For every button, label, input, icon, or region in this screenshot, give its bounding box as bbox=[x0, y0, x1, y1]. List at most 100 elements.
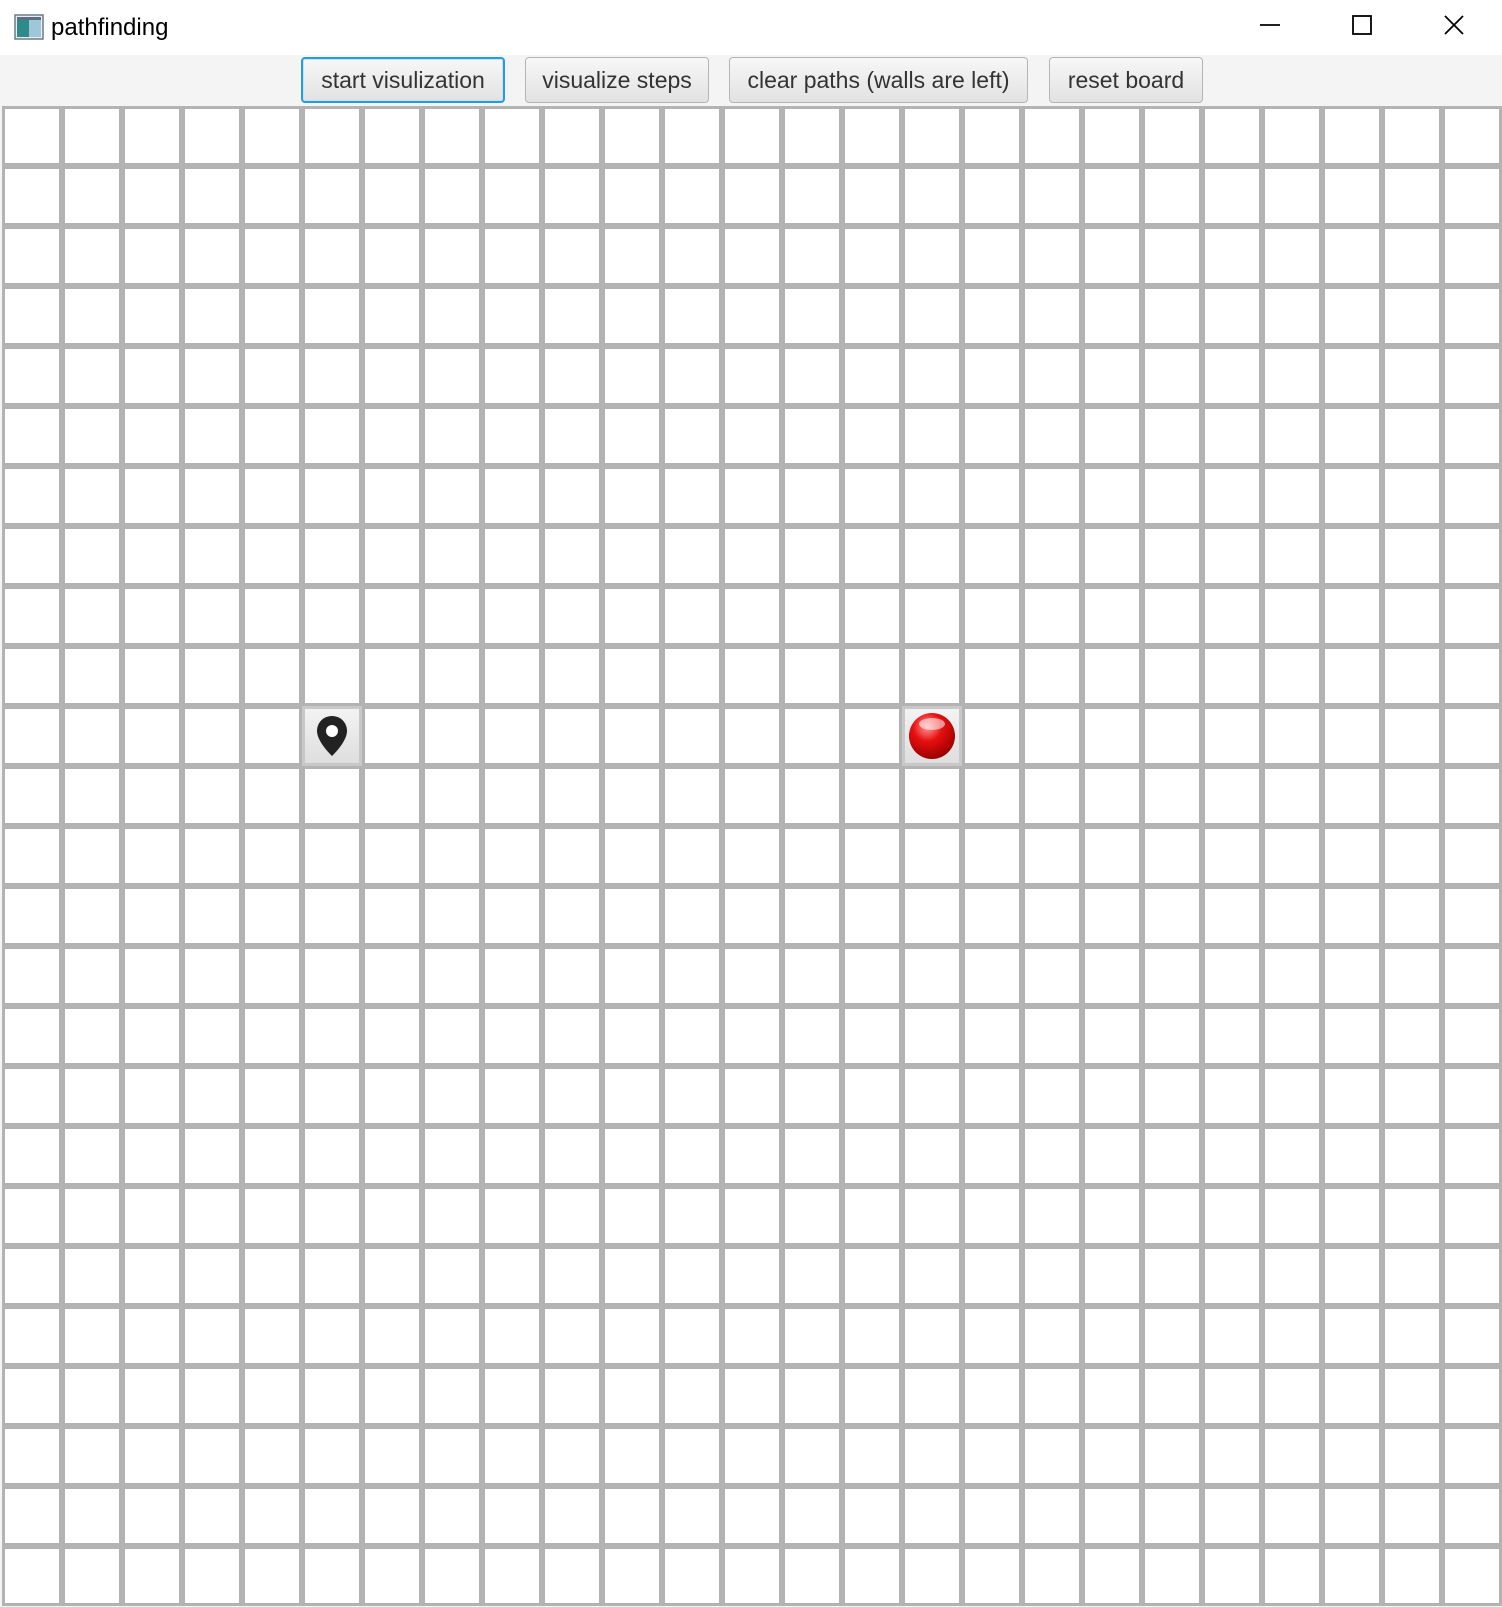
grid-cell[interactable] bbox=[842, 226, 902, 286]
grid-cell[interactable] bbox=[482, 1186, 542, 1246]
grid-cell[interactable] bbox=[1082, 1546, 1142, 1606]
grid-cell[interactable] bbox=[302, 1066, 362, 1126]
grid-cell[interactable] bbox=[542, 1066, 602, 1126]
grid-cell[interactable] bbox=[1082, 526, 1142, 586]
grid-cell[interactable] bbox=[242, 346, 302, 406]
minimize-button[interactable] bbox=[1224, 0, 1316, 55]
grid-cell[interactable] bbox=[602, 166, 662, 226]
grid-cell[interactable] bbox=[1022, 106, 1082, 166]
grid-cell[interactable] bbox=[242, 1306, 302, 1366]
grid-cell[interactable] bbox=[242, 886, 302, 946]
grid-cell[interactable] bbox=[1082, 286, 1142, 346]
grid-cell[interactable] bbox=[542, 1426, 602, 1486]
grid-cell[interactable] bbox=[662, 1066, 722, 1126]
grid-cell[interactable] bbox=[1262, 1126, 1322, 1186]
grid-cell[interactable] bbox=[62, 406, 122, 466]
grid-cell[interactable] bbox=[782, 1546, 842, 1606]
grid-cell[interactable] bbox=[242, 226, 302, 286]
grid-cell[interactable] bbox=[302, 346, 362, 406]
grid-cell[interactable] bbox=[842, 826, 902, 886]
grid-cell[interactable] bbox=[1202, 466, 1262, 526]
grid-cell[interactable] bbox=[1322, 1006, 1382, 1066]
grid-cell[interactable] bbox=[962, 466, 1022, 526]
grid-cell[interactable] bbox=[422, 1426, 482, 1486]
grid-cell[interactable] bbox=[182, 1186, 242, 1246]
grid-cell[interactable] bbox=[182, 1486, 242, 1546]
grid-cell[interactable] bbox=[1262, 1546, 1322, 1606]
grid-cell[interactable] bbox=[1022, 166, 1082, 226]
grid-cell[interactable] bbox=[1142, 1006, 1202, 1066]
grid-cell[interactable] bbox=[122, 466, 182, 526]
grid-cell[interactable] bbox=[1442, 1486, 1502, 1546]
grid-cell[interactable] bbox=[242, 466, 302, 526]
grid-cell[interactable] bbox=[1322, 1546, 1382, 1606]
grid-cell[interactable] bbox=[62, 1066, 122, 1126]
grid-cell[interactable] bbox=[1322, 466, 1382, 526]
grid-cell[interactable] bbox=[1202, 1546, 1262, 1606]
grid-cell[interactable] bbox=[962, 1246, 1022, 1306]
grid-cell[interactable] bbox=[662, 166, 722, 226]
grid-cell[interactable] bbox=[902, 226, 962, 286]
grid-cell[interactable] bbox=[1082, 946, 1142, 1006]
grid-cell[interactable] bbox=[1202, 1006, 1262, 1066]
grid-cell[interactable] bbox=[1322, 406, 1382, 466]
grid-cell[interactable] bbox=[662, 526, 722, 586]
grid-cell[interactable] bbox=[122, 886, 182, 946]
grid-cell[interactable] bbox=[722, 466, 782, 526]
grid-cell[interactable] bbox=[1142, 706, 1202, 766]
grid-cell[interactable] bbox=[662, 586, 722, 646]
grid-cell[interactable] bbox=[302, 586, 362, 646]
grid-cell[interactable] bbox=[302, 646, 362, 706]
grid-cell[interactable] bbox=[1382, 586, 1442, 646]
grid-cell[interactable] bbox=[1202, 526, 1262, 586]
grid-cell[interactable] bbox=[1442, 646, 1502, 706]
grid-cell[interactable] bbox=[1322, 586, 1382, 646]
grid-cell[interactable] bbox=[542, 1366, 602, 1426]
grid-cell[interactable] bbox=[602, 1246, 662, 1306]
grid-cell[interactable] bbox=[1022, 1426, 1082, 1486]
grid-cell[interactable] bbox=[242, 1426, 302, 1486]
grid-cell[interactable] bbox=[62, 106, 122, 166]
grid-cell[interactable] bbox=[1082, 766, 1142, 826]
grid-cell[interactable] bbox=[1262, 946, 1322, 1006]
target-node-cell[interactable] bbox=[902, 706, 962, 766]
grid-cell[interactable] bbox=[302, 826, 362, 886]
grid-cell[interactable] bbox=[1382, 706, 1442, 766]
grid-cell[interactable] bbox=[362, 766, 422, 826]
grid-cell[interactable] bbox=[782, 526, 842, 586]
grid-cell[interactable] bbox=[362, 1006, 422, 1066]
grid-cell[interactable] bbox=[1082, 1126, 1142, 1186]
grid-cell[interactable] bbox=[662, 1546, 722, 1606]
grid-cell[interactable] bbox=[1082, 1426, 1142, 1486]
grid-cell[interactable] bbox=[422, 286, 482, 346]
grid-cell[interactable] bbox=[2, 1366, 62, 1426]
grid-cell[interactable] bbox=[902, 1306, 962, 1366]
grid-cell[interactable] bbox=[962, 226, 1022, 286]
grid-cell[interactable] bbox=[182, 466, 242, 526]
grid-cell[interactable] bbox=[302, 946, 362, 1006]
grid-cell[interactable] bbox=[542, 1186, 602, 1246]
grid-cell[interactable] bbox=[782, 1246, 842, 1306]
grid-cell[interactable] bbox=[302, 886, 362, 946]
grid-cell[interactable] bbox=[722, 1306, 782, 1366]
grid-cell[interactable] bbox=[62, 826, 122, 886]
grid-cell[interactable] bbox=[182, 1066, 242, 1126]
grid-cell[interactable] bbox=[722, 346, 782, 406]
grid-cell[interactable] bbox=[422, 1546, 482, 1606]
grid-cell[interactable] bbox=[662, 286, 722, 346]
grid-cell[interactable] bbox=[1022, 1066, 1082, 1126]
grid-cell[interactable] bbox=[1382, 646, 1442, 706]
grid-cell[interactable] bbox=[1442, 1426, 1502, 1486]
grid-cell[interactable] bbox=[542, 106, 602, 166]
grid-cell[interactable] bbox=[662, 646, 722, 706]
grid-cell[interactable] bbox=[1262, 346, 1322, 406]
grid-cell[interactable] bbox=[1322, 1066, 1382, 1126]
grid-cell[interactable] bbox=[782, 646, 842, 706]
grid-cell[interactable] bbox=[1142, 1486, 1202, 1546]
grid-cell[interactable] bbox=[782, 706, 842, 766]
grid-cell[interactable] bbox=[1022, 706, 1082, 766]
grid-cell[interactable] bbox=[902, 586, 962, 646]
grid-cell[interactable] bbox=[482, 1246, 542, 1306]
grid-cell[interactable] bbox=[122, 526, 182, 586]
grid-cell[interactable] bbox=[722, 1126, 782, 1186]
